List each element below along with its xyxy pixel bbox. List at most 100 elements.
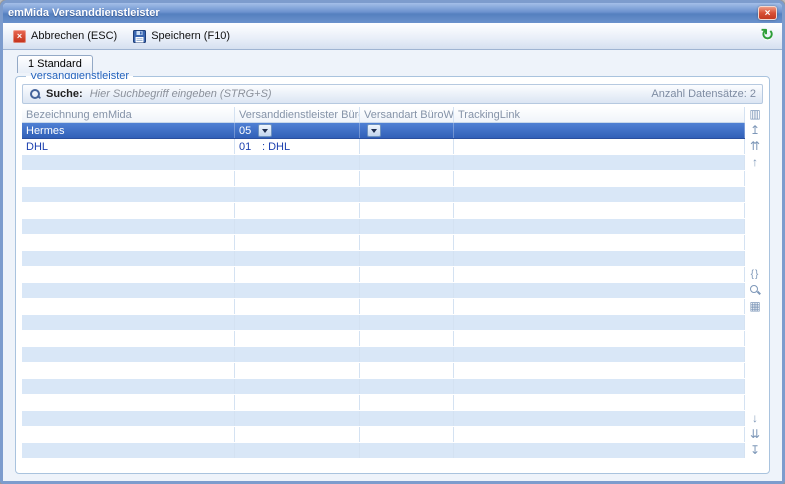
table-cell-empty — [235, 379, 360, 394]
grid-icon[interactable]: ▦ — [748, 299, 762, 313]
table-row-empty[interactable] — [22, 379, 745, 395]
cell-trackinglink — [454, 139, 745, 154]
search-icon — [29, 88, 41, 100]
table-cell-empty — [454, 427, 745, 442]
table-row-empty[interactable] — [22, 155, 745, 171]
table-cell-empty — [360, 235, 454, 250]
table-row-empty[interactable] — [22, 411, 745, 427]
row-down-icon[interactable]: ↓ — [748, 411, 762, 425]
data-grid: Bezeichnung emMida Versanddienstleister … — [22, 107, 745, 459]
table-row-empty[interactable] — [22, 219, 745, 235]
close-button[interactable]: × — [758, 6, 777, 20]
table-cell-empty — [360, 347, 454, 362]
dienstleister-name: : DHL — [262, 141, 290, 153]
table-row-empty[interactable] — [22, 427, 745, 443]
table-row-empty[interactable] — [22, 283, 745, 299]
column-header-trackinglink[interactable]: TrackingLink — [454, 107, 745, 122]
table-cell-empty — [360, 299, 454, 314]
table-cell-empty — [22, 171, 235, 186]
table-cell-empty — [22, 443, 235, 458]
dienstleister-code: 01 — [239, 141, 255, 153]
save-button-label: Speichern (F10) — [151, 30, 230, 42]
app-window: emMida Versanddienstleister × × Abbreche… — [0, 0, 785, 484]
page-down-icon[interactable]: ⇊ — [748, 427, 762, 441]
table-cell-empty — [22, 379, 235, 394]
refresh-icon[interactable]: ↻ — [761, 28, 774, 44]
scroll-top-icon[interactable]: ↥ — [748, 123, 762, 137]
table-cell-empty — [360, 203, 454, 218]
groupbox-versanddienstleister: Versanddienstleister Suche: Anzahl Daten… — [15, 70, 770, 474]
search-bar: Suche: Anzahl Datensätze: 2 — [22, 84, 763, 104]
table-cell-empty — [454, 219, 745, 234]
save-button[interactable]: Speichern (F10) — [128, 27, 239, 46]
table-row-empty[interactable] — [22, 251, 745, 267]
column-header-versandart[interactable]: Versandart BüroWARE — [360, 107, 454, 122]
table-cell-empty — [235, 235, 360, 250]
cell-dienstleister: 05 — [235, 123, 360, 138]
table-cell-empty — [360, 427, 454, 442]
record-count-label: Anzahl Datensätze: 2 — [651, 88, 756, 100]
cancel-button-label: Abbrechen (ESC) — [31, 30, 117, 42]
table-cell-empty — [454, 347, 745, 362]
cancel-button[interactable]: × Abbrechen (ESC) — [8, 27, 126, 46]
table-cell-empty — [22, 427, 235, 442]
table-row-empty[interactable] — [22, 331, 745, 347]
scroll-bottom-icon[interactable]: ↧ — [748, 443, 762, 457]
row-up-icon[interactable]: ↑ — [748, 155, 762, 169]
table-row-empty[interactable] — [22, 315, 745, 331]
table-cell-empty — [360, 251, 454, 266]
empty-rows-container — [22, 155, 745, 459]
table-row-dhl[interactable]: DHL 01 : DHL — [22, 139, 745, 155]
table-cell-empty — [360, 379, 454, 394]
table-cell-empty — [454, 203, 745, 218]
table-cell-empty — [454, 315, 745, 330]
table-row-empty[interactable] — [22, 299, 745, 315]
table-row-empty[interactable] — [22, 171, 745, 187]
table-cell-empty — [22, 395, 235, 410]
table-row-empty[interactable] — [22, 203, 745, 219]
side-toolbar-top-group: ▥ ↥ ⇈ ↑ — [748, 107, 762, 169]
table-cell-empty — [235, 251, 360, 266]
table-cell-empty — [235, 347, 360, 362]
dienstleister-code: 05 — [239, 125, 255, 137]
chevron-down-icon — [262, 129, 268, 136]
table-cell-empty — [22, 411, 235, 426]
zoom-icon[interactable] — [748, 283, 762, 297]
column-header-bezeichnung[interactable]: Bezeichnung emMida — [22, 107, 235, 122]
grid-area: Bezeichnung emMida Versanddienstleister … — [22, 107, 763, 459]
table-cell-empty — [454, 155, 745, 170]
table-cell-empty — [360, 219, 454, 234]
titlebar[interactable]: emMida Versanddienstleister × — [3, 3, 782, 23]
table-row-empty[interactable] — [22, 395, 745, 411]
table-cell-empty — [454, 411, 745, 426]
table-row-empty[interactable] — [22, 443, 745, 459]
grid-header-row: Bezeichnung emMida Versanddienstleister … — [22, 107, 745, 123]
table-row-empty[interactable] — [22, 347, 745, 363]
table-cell-empty — [454, 299, 745, 314]
table-cell-empty — [454, 443, 745, 458]
chevron-down-icon — [371, 129, 377, 136]
column-chooser-icon[interactable]: ▥ — [748, 107, 762, 121]
table-cell-empty — [235, 331, 360, 346]
brackets-icon[interactable]: {} — [748, 267, 762, 281]
table-row-hermes[interactable]: Hermes 05 — [22, 123, 745, 139]
page-up-icon[interactable]: ⇈ — [748, 139, 762, 153]
cell-bezeichnung: Hermes — [22, 123, 235, 138]
column-header-dienstleister[interactable]: Versanddienstleister BüroWARE — [235, 107, 360, 122]
table-cell-empty — [22, 251, 235, 266]
search-label: Suche: — [46, 88, 83, 100]
tab-standard[interactable]: 1 Standard — [17, 55, 93, 73]
table-cell-empty — [22, 219, 235, 234]
versandart-dropdown[interactable] — [367, 124, 381, 137]
table-cell-empty — [360, 187, 454, 202]
table-cell-empty — [235, 315, 360, 330]
table-row-empty[interactable] — [22, 235, 745, 251]
table-row-empty[interactable] — [22, 267, 745, 283]
cell-trackinglink — [454, 123, 745, 138]
table-cell-empty — [454, 235, 745, 250]
toolbar: × Abbrechen (ESC) Speichern (F10) ↻ — [3, 23, 782, 50]
table-row-empty[interactable] — [22, 187, 745, 203]
search-input[interactable] — [88, 87, 647, 101]
dienstleister-dropdown[interactable] — [258, 124, 272, 137]
table-row-empty[interactable] — [22, 363, 745, 379]
